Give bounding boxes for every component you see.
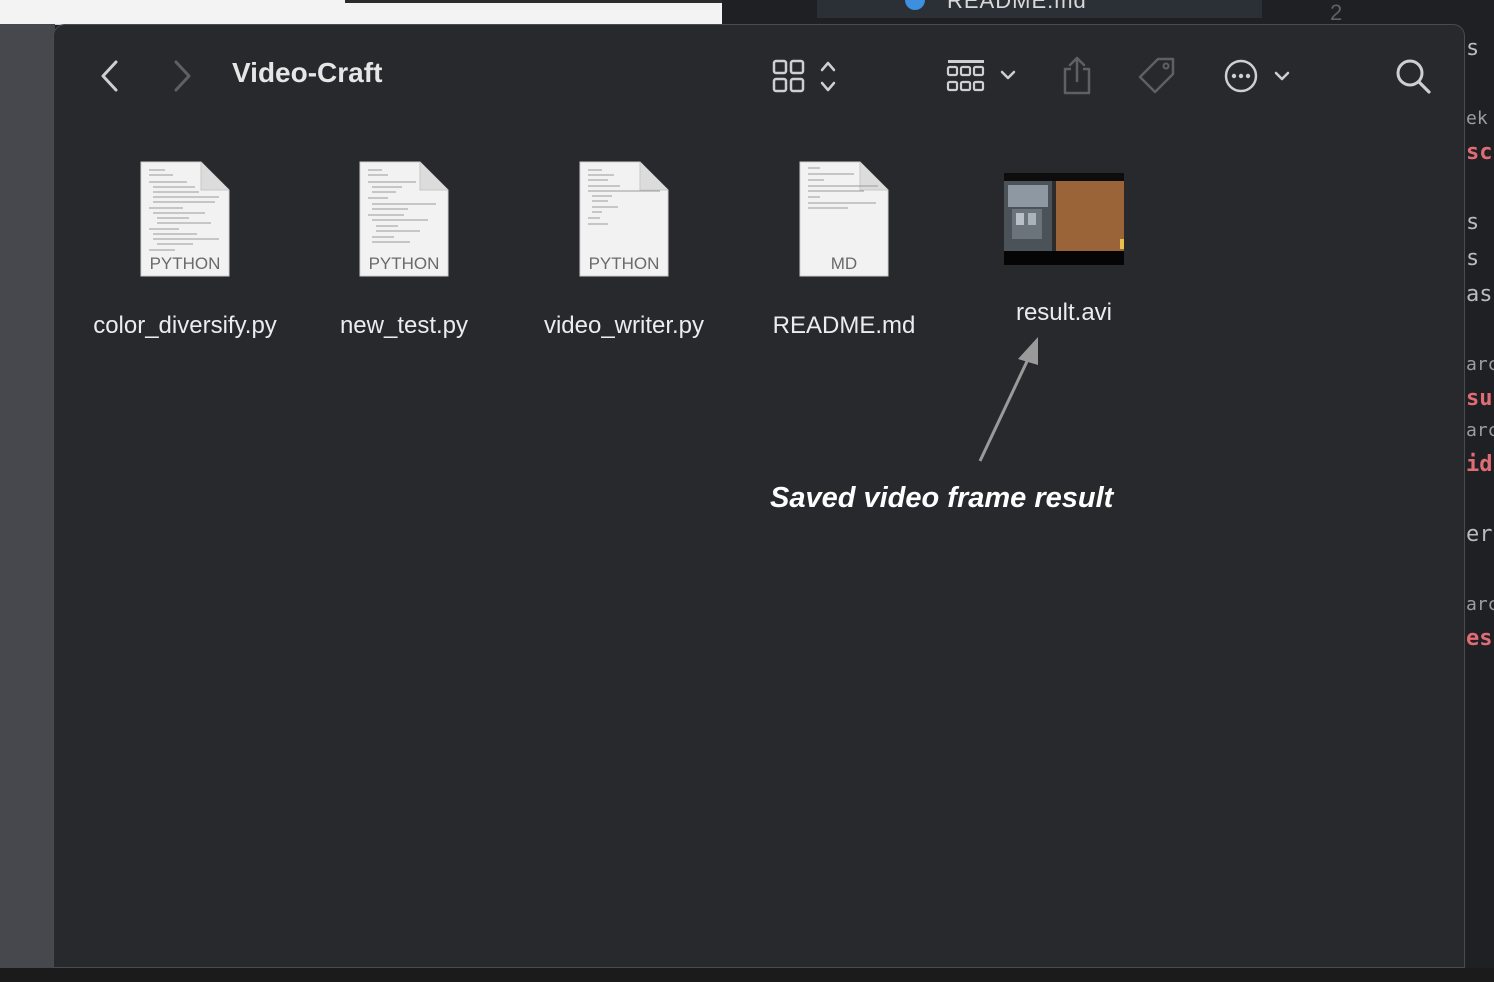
code-fragment: arc bbox=[1466, 594, 1494, 615]
view-mode-button[interactable] bbox=[772, 59, 844, 100]
titlebar-shadow bbox=[345, 0, 722, 3]
line-number: 2 bbox=[1330, 0, 1343, 25]
file-name: result.avi bbox=[1015, 299, 1113, 326]
code-fragment: arc bbox=[1466, 354, 1494, 375]
file-item[interactable]: MD README.md bbox=[734, 160, 954, 340]
python-file-icon: PYTHON bbox=[139, 160, 231, 278]
search-icon bbox=[1396, 59, 1431, 94]
editor-tab[interactable]: README.md bbox=[817, 0, 1262, 18]
share-button[interactable] bbox=[1059, 55, 1095, 102]
code-fragment: ek bbox=[1466, 108, 1488, 129]
annotation-arrow bbox=[978, 337, 1038, 462]
file-kind-label: MD bbox=[830, 254, 858, 273]
chevron-right-icon bbox=[174, 60, 191, 92]
code-fragment: arc bbox=[1466, 420, 1494, 441]
share-icon bbox=[1063, 56, 1091, 95]
python-file-icon: PYTHON bbox=[578, 160, 670, 278]
editor-tab-title: README.md bbox=[947, 0, 1087, 13]
window-title: Video-Craft bbox=[232, 57, 383, 88]
file-name: new_test.py bbox=[339, 312, 469, 339]
tag-button[interactable] bbox=[1136, 55, 1178, 102]
file-name: README.md bbox=[772, 312, 916, 339]
back-button[interactable] bbox=[98, 59, 122, 93]
file-name: color_diversify.py bbox=[93, 312, 277, 339]
video-thumbnail bbox=[1004, 173, 1124, 265]
code-fragment: s bbox=[1466, 246, 1480, 271]
group-by-button[interactable] bbox=[946, 57, 1024, 100]
code-fragment: id bbox=[1466, 452, 1493, 477]
code-fragment: sc bbox=[1466, 140, 1493, 165]
code-fragment: er bbox=[1466, 522, 1493, 547]
background-window-titlebar bbox=[0, 0, 722, 25]
file-type-icon bbox=[905, 0, 925, 10]
tag-icon bbox=[1138, 57, 1175, 94]
code-fragment: s bbox=[1466, 210, 1480, 235]
file-item[interactable]: PYTHON color_diversify.py bbox=[75, 160, 295, 340]
python-file-icon: PYTHON bbox=[358, 160, 450, 278]
more-actions-button[interactable] bbox=[1222, 57, 1294, 100]
markdown-file-icon: MD bbox=[798, 160, 890, 278]
file-item[interactable]: result.avi bbox=[954, 160, 1174, 327]
annotation-text: Saved video frame result bbox=[770, 482, 1114, 514]
file-kind-label: PYTHON bbox=[588, 254, 660, 273]
file-item[interactable]: PYTHON new_test.py bbox=[294, 160, 514, 340]
background-sidebar bbox=[0, 24, 55, 968]
code-fragment: s bbox=[1466, 36, 1480, 61]
group-by-icon bbox=[946, 60, 1016, 92]
search-button[interactable] bbox=[1394, 57, 1432, 100]
file-kind-label: PYTHON bbox=[149, 254, 221, 273]
finder-window: Video-Craft PYTHON color_diversify.py PY… bbox=[53, 24, 1465, 968]
forward-button[interactable] bbox=[170, 59, 194, 93]
icon-grid-view-icon bbox=[772, 59, 836, 93]
chevron-left-icon bbox=[101, 60, 118, 92]
file-item[interactable]: PYTHON video_writer.py bbox=[514, 160, 734, 340]
code-fragment: su bbox=[1466, 386, 1493, 411]
background-bottom-edge bbox=[0, 968, 1494, 982]
file-name: video_writer.py bbox=[543, 312, 705, 339]
code-fragment: es bbox=[1466, 626, 1493, 651]
code-fragment: as bbox=[1466, 282, 1493, 307]
file-kind-label: PYTHON bbox=[368, 254, 440, 273]
ellipsis-circle-icon bbox=[1224, 59, 1290, 93]
